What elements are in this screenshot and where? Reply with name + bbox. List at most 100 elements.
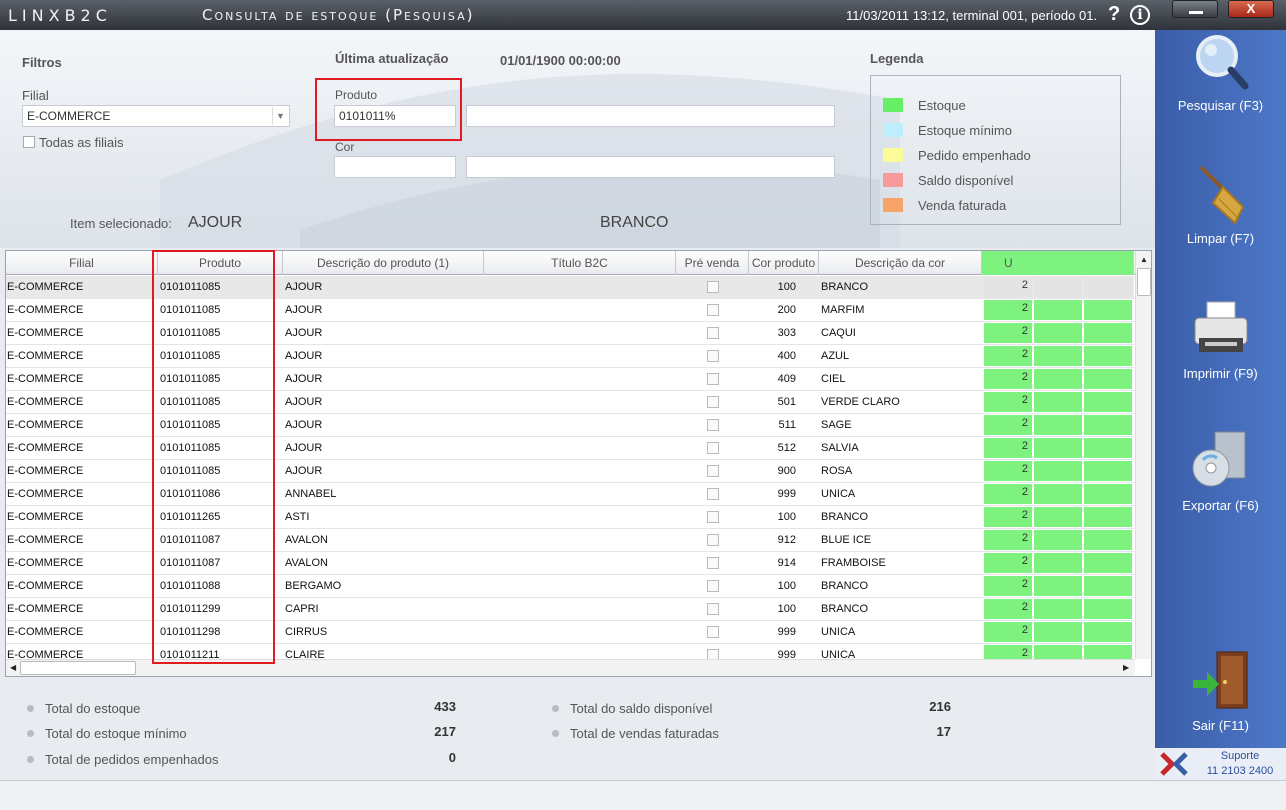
cell-descricao-cor: UNICA (821, 626, 856, 638)
cor-description-input[interactable] (466, 156, 835, 178)
cell-cor-produto: 400 (777, 350, 796, 362)
scroll-right-icon[interactable]: ▶ (1123, 663, 1129, 672)
cell-stock (1084, 277, 1132, 297)
pre-venda-checkbox[interactable] (707, 603, 719, 615)
pre-venda-checkbox[interactable] (707, 304, 719, 316)
cell-stock (1034, 576, 1082, 596)
pre-venda-checkbox[interactable] (707, 534, 719, 546)
cell-stock (1034, 438, 1082, 458)
filter-panel: Filtros Filial E-COMMERCE ▼ Todas as fil… (0, 30, 1155, 248)
cell-u-value: 2 (1021, 348, 1028, 360)
chevron-down-icon[interactable]: ▼ (272, 107, 288, 125)
cell-stock (1084, 576, 1132, 596)
cell-cor-produto: 512 (777, 442, 796, 454)
cell-cor-produto: 100 (777, 603, 796, 615)
legend-swatch (883, 123, 903, 137)
column-header-filial[interactable]: Filial (6, 251, 158, 275)
cell-cor-produto: 303 (777, 327, 796, 339)
column-header-titulo-b2c[interactable]: Título B2C (484, 251, 676, 275)
cell-cor-produto: 100 (777, 281, 796, 293)
cell-descricao-cor: AZUL (821, 350, 850, 362)
cell-descricao-cor: VERDE CLARO (821, 396, 900, 408)
cell-descricao-cor: UNICA (821, 488, 856, 500)
cor-input[interactable] (334, 156, 456, 178)
cell-u-value: 2 (1021, 325, 1028, 337)
cell-cor-produto: 100 (777, 580, 796, 592)
pre-venda-checkbox[interactable] (707, 557, 719, 569)
cell-descricao: AJOUR (285, 281, 323, 293)
cell-u: 2 (984, 599, 1032, 619)
support-panel: Suporte 11 2103 2400 (1155, 748, 1286, 780)
cell-titulo-b2c (486, 575, 672, 597)
pre-venda-checkbox[interactable] (707, 511, 719, 523)
column-header-u[interactable]: U (982, 251, 1134, 275)
pre-venda-checkbox[interactable] (707, 626, 719, 638)
cell-stock (1034, 346, 1082, 366)
pre-venda-checkbox[interactable] (707, 442, 719, 454)
limpar-button[interactable]: Limpar (F7) (1155, 163, 1286, 246)
cell-u: 2 (984, 323, 1032, 343)
cell-descricao: AJOUR (285, 373, 323, 385)
pre-venda-checkbox[interactable] (707, 488, 719, 500)
cell-stock (1034, 369, 1082, 389)
minimize-button[interactable] (1172, 0, 1218, 18)
cell-u: 2 (984, 392, 1032, 412)
pre-venda-checkbox[interactable] (707, 350, 719, 362)
cell-cor-produto: 914 (777, 557, 796, 569)
imprimir-button[interactable]: Imprimir (F9) (1155, 298, 1286, 381)
imprimir-label: Imprimir (F9) (1183, 366, 1258, 381)
pre-venda-checkbox[interactable] (707, 465, 719, 477)
cell-u: 2 (984, 415, 1032, 435)
totals-panel: Total do estoque 433 Total do estoque mí… (0, 680, 1155, 780)
column-header-pre-venda[interactable]: Pré venda (676, 251, 749, 275)
pre-venda-checkbox[interactable] (707, 396, 719, 408)
pre-venda-checkbox[interactable] (707, 580, 719, 592)
column-header-descricao[interactable]: Descrição do produto (1) (283, 251, 484, 275)
pre-venda-checkbox[interactable] (707, 281, 719, 293)
help-icon[interactable]: ? (1108, 3, 1120, 26)
total-pedidos-label: Total de pedidos empenhados (26, 752, 219, 767)
legend-label: Venda faturada (918, 198, 1007, 213)
scroll-left-icon[interactable]: ◀ (10, 663, 16, 672)
cell-stock (1034, 530, 1082, 550)
legend-label: Pedido empenhado (918, 148, 1031, 163)
pre-venda-checkbox[interactable] (707, 327, 719, 339)
legend-swatch (883, 98, 903, 112)
pesquisar-button[interactable]: Pesquisar (F3) (1155, 30, 1286, 113)
cell-titulo-b2c (486, 414, 672, 436)
cell-descricao-cor: BLUE ICE (821, 534, 872, 546)
info-icon[interactable]: i (1130, 5, 1150, 25)
vertical-scroll-thumb[interactable] (1137, 268, 1151, 296)
cell-stock (1034, 415, 1082, 435)
cell-titulo-b2c (486, 460, 672, 482)
column-header-cor-produto[interactable]: Cor produto (749, 251, 819, 275)
cell-stock (1084, 507, 1132, 527)
close-button[interactable]: X (1228, 0, 1274, 18)
horizontal-scroll-thumb[interactable] (20, 661, 136, 675)
todas-filiais-checkbox[interactable] (23, 136, 35, 148)
exportar-button[interactable]: Exportar (F6) (1155, 430, 1286, 513)
pre-venda-checkbox[interactable] (707, 419, 719, 431)
cell-filial: E-COMMERCE (7, 557, 84, 569)
produto-description-input[interactable] (466, 105, 835, 127)
session-status: 11/03/2011 13:12, terminal 001, período … (846, 8, 1098, 23)
todas-filiais-label: Todas as filiais (39, 135, 124, 150)
filial-select[interactable]: E-COMMERCE ▼ (22, 105, 290, 127)
pre-venda-checkbox[interactable] (707, 373, 719, 385)
cell-u: 2 (984, 553, 1032, 573)
broom-icon (1199, 165, 1244, 225)
cell-stock (1034, 507, 1082, 527)
sair-button[interactable]: Sair (F11) (1155, 650, 1286, 733)
cell-u-value: 2 (1021, 394, 1028, 406)
action-sidebar: Pesquisar (F3) Limpar (F7) Imprimir (F9)… (1155, 30, 1286, 780)
cell-stock (1084, 300, 1132, 320)
cell-filial: E-COMMERCE (7, 419, 84, 431)
limpar-label: Limpar (F7) (1186, 231, 1255, 246)
produto-column-highlight (152, 250, 275, 664)
cell-cor-produto: 200 (777, 304, 796, 316)
vertical-scrollbar[interactable]: ▲ (1135, 251, 1151, 659)
cell-u-value: 2 (1021, 578, 1028, 590)
cor-label: Cor (335, 140, 355, 154)
scroll-up-icon[interactable]: ▲ (1140, 255, 1148, 264)
column-header-descricao-cor[interactable]: Descrição da cor (819, 251, 982, 275)
